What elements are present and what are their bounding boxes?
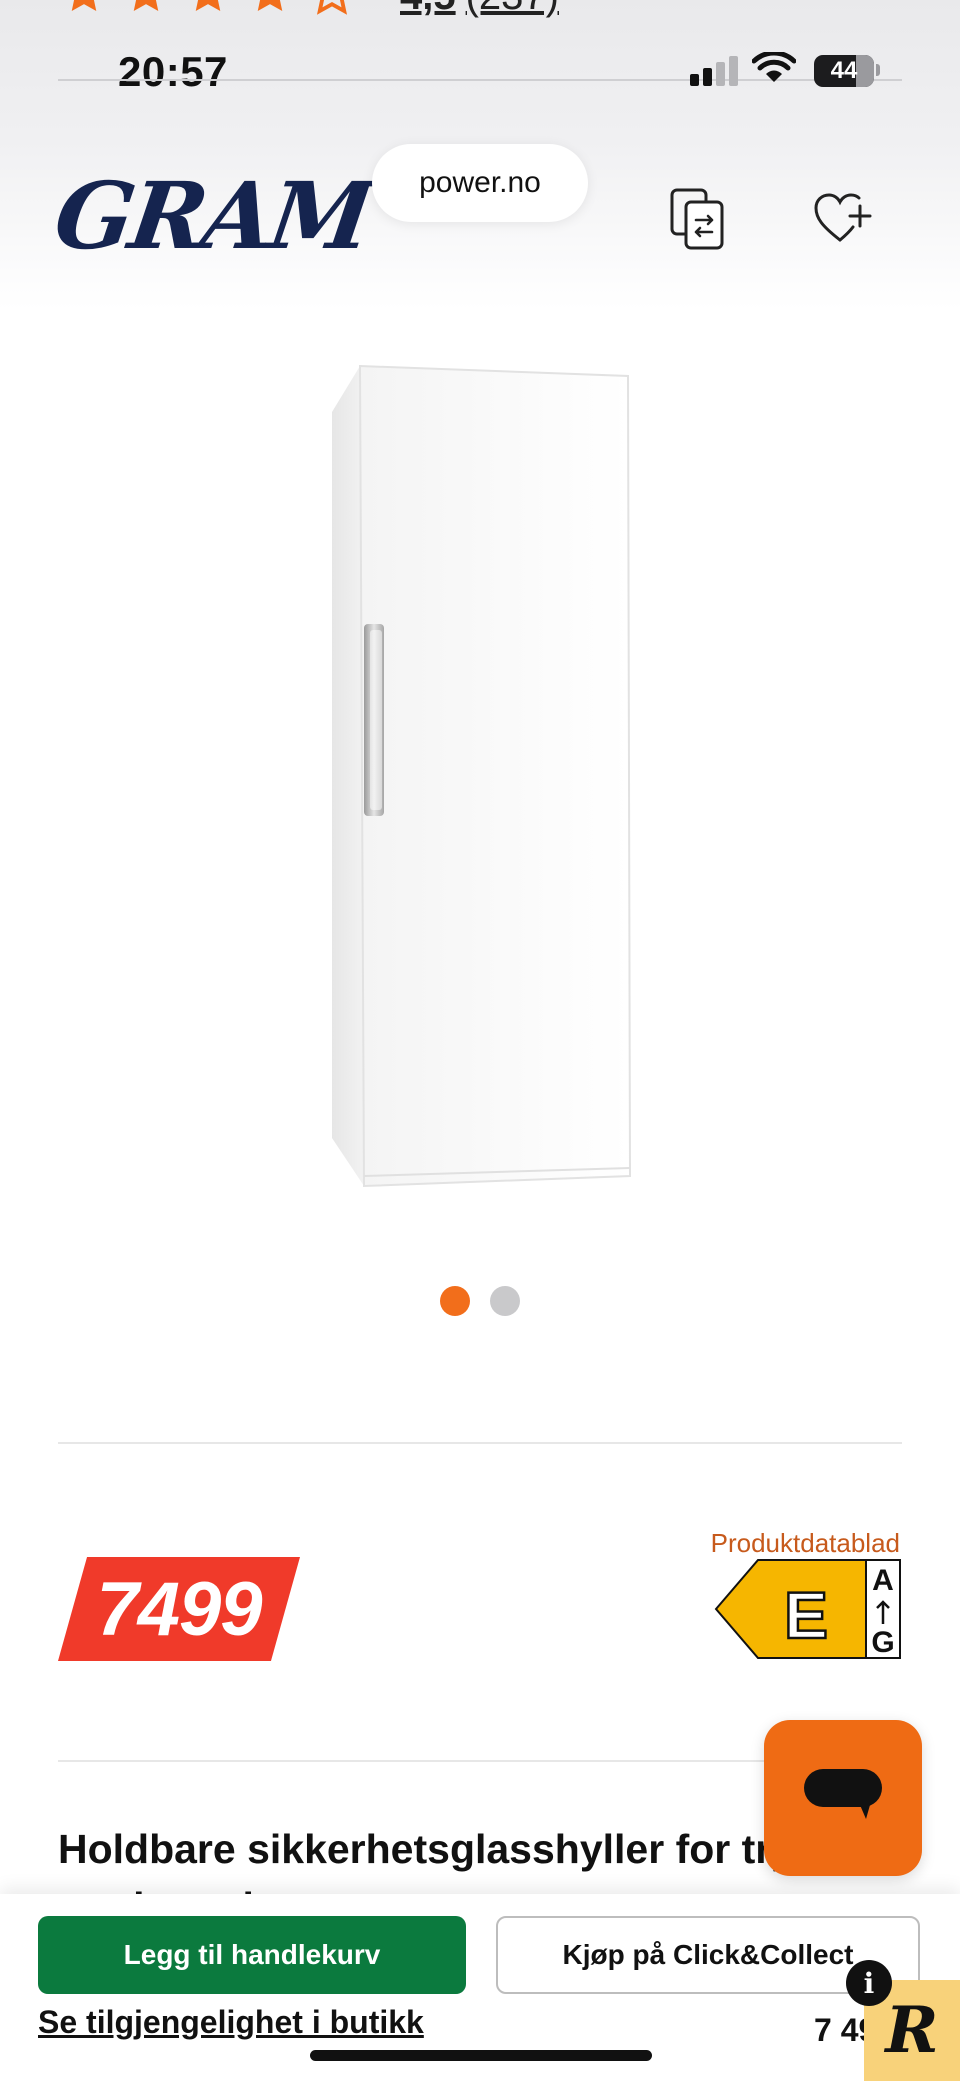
- price-value: 7499: [96, 1566, 262, 1652]
- status-time: 20:57: [118, 48, 228, 95]
- chat-button[interactable]: [764, 1720, 922, 1876]
- battery-cap: [876, 64, 880, 76]
- energy-scale-bottom: G: [871, 1626, 894, 1659]
- energy-scale-top: A: [872, 1564, 894, 1597]
- product-datasheet-link[interactable]: Produktdatablad: [711, 1528, 900, 1559]
- cellular-signal-icon: [690, 56, 738, 86]
- gallery-dot-active[interactable]: [440, 1286, 470, 1316]
- star-icon: [257, 0, 283, 12]
- energy-class-label[interactable]: E A G: [714, 1558, 902, 1660]
- product-image[interactable]: [320, 360, 640, 1194]
- gallery-pagination: [440, 1286, 520, 1316]
- url-bar[interactable]: power.no: [372, 144, 588, 222]
- chat-bubble-icon: [804, 1769, 882, 1819]
- url-text: power.no: [419, 166, 541, 199]
- star-icon: [195, 0, 221, 12]
- energy-class-letter: E: [784, 1578, 828, 1652]
- compare-icon[interactable]: [668, 186, 728, 252]
- heart-plus-icon[interactable]: [812, 190, 872, 246]
- brand-logo[interactable]: GRAM: [48, 162, 375, 270]
- home-indicator: [310, 2050, 652, 2061]
- rating-count: (237): [466, 0, 559, 18]
- section-divider: [58, 1442, 902, 1444]
- battery-level: 44: [830, 57, 858, 84]
- rating-score: 4,5: [400, 0, 456, 18]
- star-outline-icon: [316, 0, 348, 15]
- gallery-dot[interactable]: [490, 1286, 520, 1316]
- battery-icon: 44: [814, 55, 874, 87]
- rating-link[interactable]: 4,5 (237): [400, 0, 559, 19]
- store-availability-link[interactable]: Se tilgjengelighet i butikk: [38, 2004, 424, 2041]
- info-icon[interactable]: i: [846, 1960, 892, 2006]
- wifi-icon: [752, 52, 796, 82]
- rating-stars: [60, 0, 370, 16]
- star-icon: [133, 0, 159, 12]
- add-to-cart-button[interactable]: Legg til handlekurv: [38, 1916, 466, 1994]
- star-icon: [71, 0, 97, 12]
